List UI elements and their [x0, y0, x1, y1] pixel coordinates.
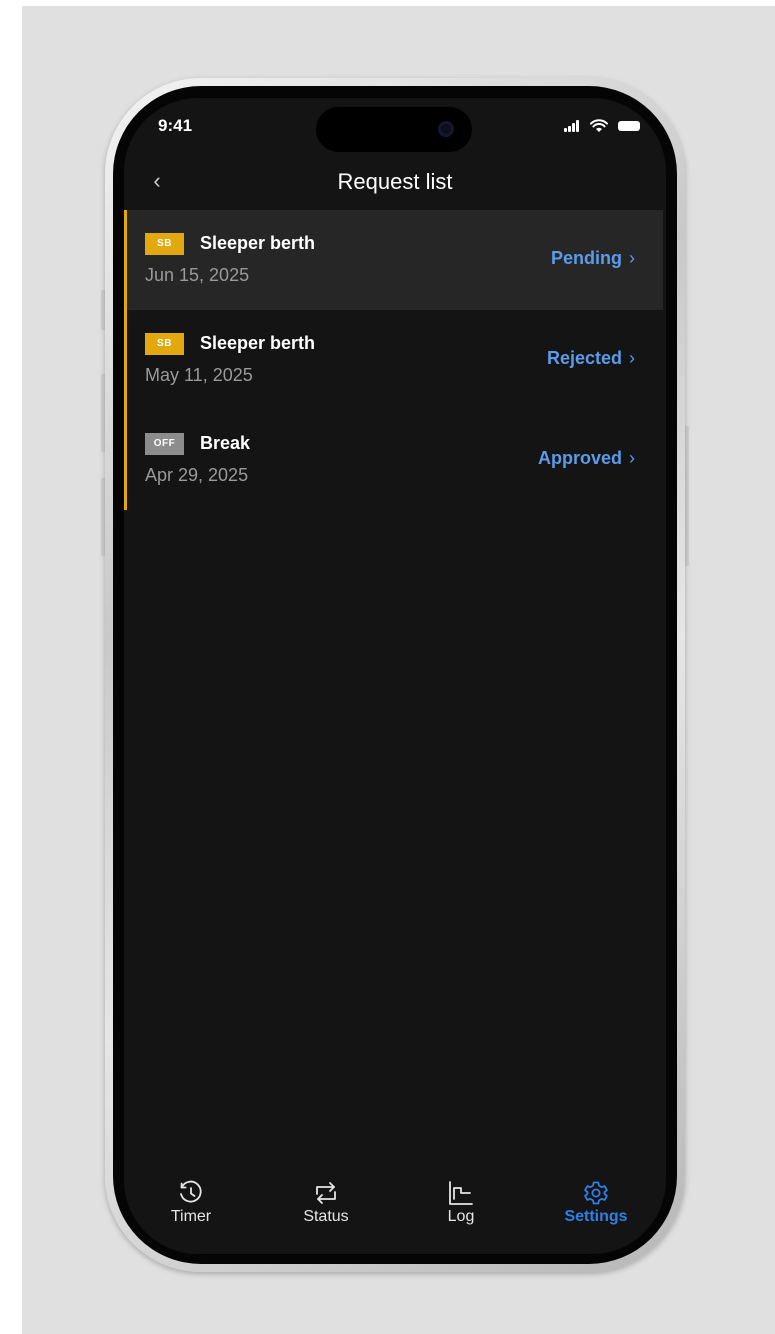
- tab-label: Timer: [170, 1208, 212, 1225]
- app-screen: 9:41 ‹ Request list SB Sleeper berth Jun…: [124, 98, 666, 1254]
- request-status-label: Approved: [537, 448, 622, 468]
- cellular-signal-icon: [564, 120, 582, 132]
- status-badge: SB: [145, 333, 184, 355]
- front-camera-icon: [438, 121, 454, 137]
- tab-log[interactable]: Log: [394, 1174, 528, 1254]
- request-date: Apr 29, 2025: [145, 465, 249, 485]
- tab-bar: Timer Status Log Settings: [124, 1174, 666, 1254]
- status-badge: SB: [145, 233, 184, 255]
- request-status-link[interactable]: Pending ›: [551, 248, 635, 269]
- tab-label: Settings: [564, 1208, 628, 1225]
- tab-label: Log: [447, 1208, 475, 1225]
- chevron-right-icon: ›: [629, 248, 635, 268]
- request-status-link[interactable]: Rejected ›: [547, 348, 635, 369]
- chevron-right-icon: ›: [629, 448, 635, 468]
- status-badge: OFF: [145, 433, 184, 455]
- request-title: Sleeper berth: [200, 233, 316, 253]
- request-item[interactable]: SB Sleeper berth May 11, 2025 Rejected ›: [124, 310, 663, 410]
- request-status-link[interactable]: Approved ›: [538, 448, 635, 469]
- tab-timer[interactable]: Timer: [124, 1174, 258, 1254]
- request-status-label: Rejected: [546, 348, 622, 368]
- gear-icon: [584, 1181, 608, 1205]
- request-date: Jun 15, 2025: [145, 265, 250, 285]
- wifi-icon: [590, 119, 608, 132]
- status-time: 9:41: [158, 116, 193, 135]
- chevron-right-icon: ›: [629, 348, 635, 368]
- timer-history-icon: [180, 1180, 202, 1203]
- dynamic-island: [316, 107, 472, 152]
- request-date: May 11, 2025: [145, 365, 253, 385]
- status-swap-icon: [316, 1182, 336, 1204]
- battery-icon: [618, 121, 640, 131]
- tab-label: Status: [303, 1208, 349, 1225]
- status-icons: [564, 119, 640, 134]
- request-item[interactable]: SB Sleeper berth Jun 15, 2025 Pending ›: [124, 210, 663, 310]
- request-list: SB Sleeper berth Jun 15, 2025 Pending › S…: [124, 210, 666, 510]
- status-bar: 9:41: [124, 98, 666, 158]
- tab-settings[interactable]: Settings: [529, 1174, 663, 1254]
- request-title: Sleeper berth: [200, 333, 316, 353]
- tab-status[interactable]: Status: [259, 1174, 393, 1254]
- request-item[interactable]: OFF Break Apr 29, 2025 Approved ›: [124, 410, 663, 510]
- request-title: Break: [200, 433, 251, 453]
- request-status-label: Pending: [551, 248, 622, 268]
- page-title: Request list: [337, 169, 453, 194]
- nav-header: ‹ Request list: [124, 158, 666, 208]
- log-chart-icon: [449, 1181, 473, 1205]
